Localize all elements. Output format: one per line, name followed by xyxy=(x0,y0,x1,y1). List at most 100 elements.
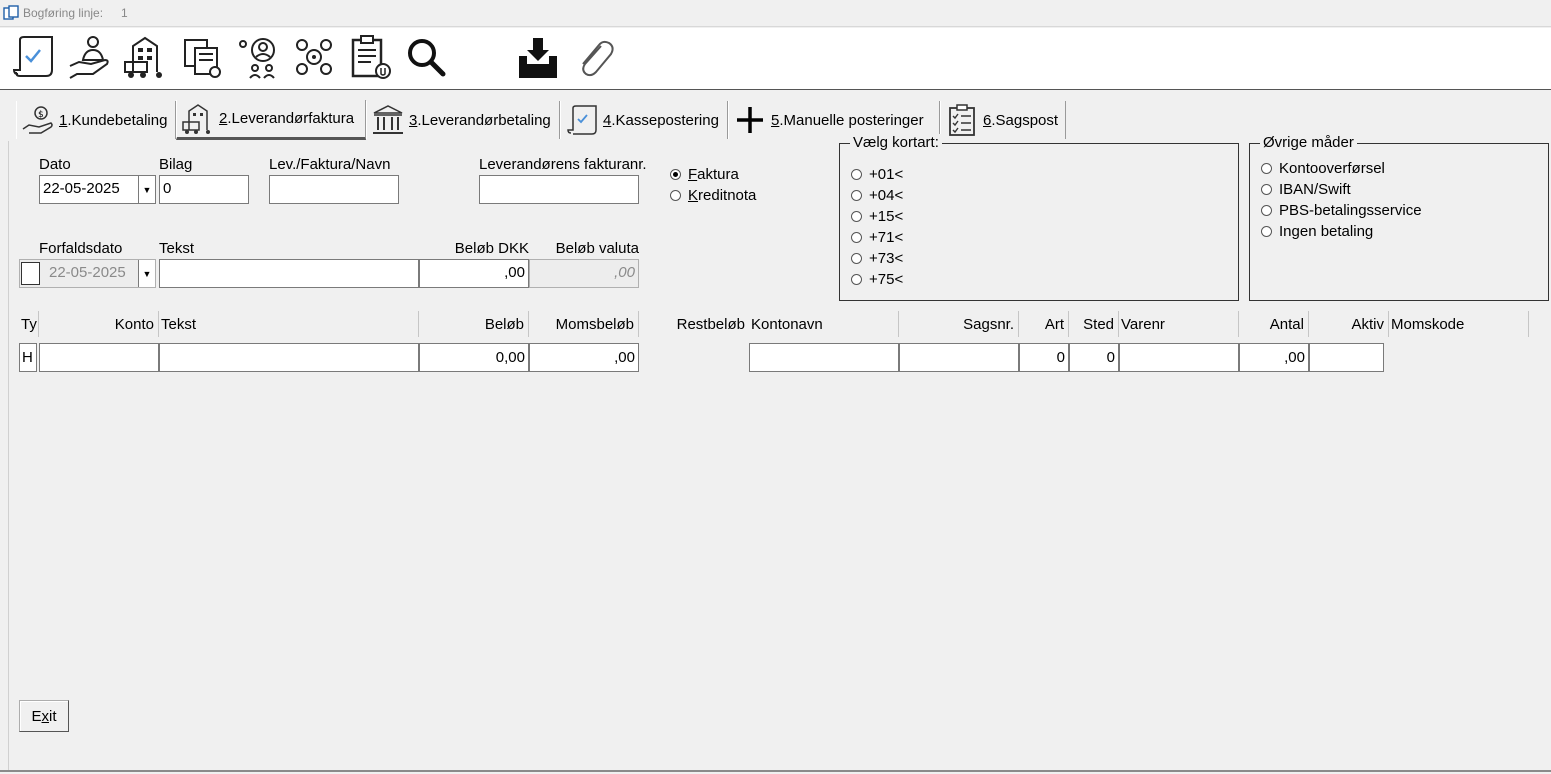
kreditnota-hotkey: K xyxy=(688,187,699,204)
kortart-option[interactable]: +15< xyxy=(851,208,903,225)
ovrige-option[interactable]: IBAN/Swift xyxy=(1261,181,1351,198)
fakturanr-field[interactable] xyxy=(479,175,639,204)
customer-button[interactable] xyxy=(66,32,114,82)
lev-field[interactable] xyxy=(269,175,399,204)
clipboard-attach-icon xyxy=(351,35,391,79)
tekst-field[interactable] xyxy=(159,259,419,288)
grid-cell-art[interactable]: 0 xyxy=(1019,343,1069,372)
tab-label: .Leverandørfaktura xyxy=(227,110,355,127)
tab-label: .Leverandørbetaling xyxy=(417,111,551,129)
kortart-option-label: +04< xyxy=(869,187,904,204)
chevron-down-icon[interactable]: ▼ xyxy=(138,176,155,203)
search-icon xyxy=(408,39,446,77)
kortart-option-label: +73< xyxy=(869,250,904,267)
settings-circle-icon xyxy=(296,39,332,75)
document-check-icon xyxy=(567,105,597,135)
grid-header-beloeb: Beløb xyxy=(419,311,529,337)
tab-leverandorfaktura[interactable]: 2.Leverandørfaktura xyxy=(176,100,366,140)
grid-cell-tekst[interactable] xyxy=(159,343,419,372)
kortart-option[interactable]: +71< xyxy=(851,229,903,246)
kortart-group: Vælg kortart: +01< +04< +15< +71< +73< +… xyxy=(839,134,1239,301)
app-icon xyxy=(3,5,19,20)
tab-leverandorbetaling[interactable]: 3.Leverandørbetaling xyxy=(366,101,560,139)
grid-cell-type[interactable]: H xyxy=(19,343,37,372)
dato-field[interactable]: 22-05-2025 ▼ xyxy=(39,175,156,204)
bilag-label: Bilag xyxy=(159,156,193,173)
building-truck-icon xyxy=(182,103,210,134)
grid-header-tekst: Tekst xyxy=(159,311,419,337)
tab-label: .Manuelle posteringer xyxy=(779,111,924,129)
import-button[interactable] xyxy=(514,32,562,82)
tab-kundebetaling[interactable]: $ 1.Kundebetaling xyxy=(16,101,176,139)
grid-header-moms: Momsbeløb xyxy=(529,311,639,337)
grid-cell-sagsnr[interactable] xyxy=(899,343,1019,372)
grid-header-konto: Konto xyxy=(39,311,159,337)
ovrige-option[interactable]: Ingen betaling xyxy=(1261,223,1373,240)
grid-cell-varenr[interactable] xyxy=(1119,343,1239,372)
hand-person-icon xyxy=(69,36,109,79)
documents-gear-icon xyxy=(184,39,221,78)
grid-header-art: Art xyxy=(1019,311,1069,337)
kortart-option[interactable]: +73< xyxy=(851,250,903,267)
checklist-icon xyxy=(949,104,975,136)
exit-label-start: E xyxy=(31,707,42,725)
ovrige-option[interactable]: Kontooverførsel xyxy=(1261,160,1385,177)
grid-cell-moms[interactable]: ,00 xyxy=(529,343,639,372)
exit-button[interactable]: Ex it xyxy=(19,700,69,732)
svg-text:$: $ xyxy=(38,110,44,120)
grid-header-sagsnr: Sagsnr. xyxy=(899,311,1019,337)
attach-button[interactable] xyxy=(570,32,618,82)
tab-label: .Sagspost xyxy=(991,111,1059,129)
supplier-button[interactable] xyxy=(122,32,170,82)
grid-header-kontonavn: Kontonavn xyxy=(749,311,899,337)
panel-border xyxy=(8,141,9,770)
documents-button[interactable] xyxy=(178,32,226,82)
radio-icon xyxy=(851,190,862,201)
bottom-border xyxy=(0,770,1551,772)
grid-cell-kontonavn xyxy=(749,343,899,372)
lev-label: Lev./Faktura/Navn xyxy=(269,156,391,173)
exit-label-end: it xyxy=(49,707,57,725)
window-title: Bogføring linje: xyxy=(23,6,104,20)
settings-button[interactable] xyxy=(290,32,338,82)
money-hand-icon: $ xyxy=(22,106,53,134)
beloeb-dkk-field[interactable]: ,00 xyxy=(419,259,529,288)
kreditnota-radio[interactable]: Kreditnota xyxy=(670,187,756,204)
kortart-option[interactable]: +75< xyxy=(851,271,903,288)
beloeb-dkk-label: Beløb DKK xyxy=(454,240,529,257)
tab-sagspost[interactable]: 6.Sagspost xyxy=(940,101,1066,139)
people-search-icon xyxy=(239,38,275,79)
chevron-down-icon[interactable]: ▼ xyxy=(138,260,155,287)
dato-value: 22-05-2025 xyxy=(43,180,120,197)
grid-cell-sted[interactable]: 0 xyxy=(1069,343,1119,372)
grid-cell-aktiv[interactable] xyxy=(1309,343,1384,372)
people-button[interactable] xyxy=(234,32,282,82)
kortart-option[interactable]: +04< xyxy=(851,187,903,204)
radio-icon xyxy=(851,169,862,180)
search-button[interactable] xyxy=(402,32,450,82)
beloeb-valuta-field: ,00 xyxy=(529,259,639,288)
plus-icon xyxy=(737,107,763,133)
radio-icon xyxy=(1261,226,1272,237)
grid-header-momskode: Momskode xyxy=(1389,311,1529,337)
faktura-hotkey: F xyxy=(688,166,698,183)
kreditnota-label: reditnota xyxy=(698,187,757,204)
clipboard-button[interactable] xyxy=(346,32,394,82)
kortart-option[interactable]: +01< xyxy=(851,166,903,183)
kortart-title: Vælg kortart: xyxy=(850,134,942,151)
document-check-button[interactable] xyxy=(9,32,57,82)
radio-icon xyxy=(1261,184,1272,195)
kortart-option-label: +75< xyxy=(869,271,904,288)
forfald-label: Forfaldsdato xyxy=(39,240,123,257)
tab-kassepostering[interactable]: 4.Kassepostering xyxy=(560,101,728,139)
ovrige-group: Øvrige måder Kontooverførsel IBAN/Swift … xyxy=(1249,134,1549,301)
grid-cell-antal[interactable]: ,00 xyxy=(1239,343,1309,372)
bilag-field[interactable]: 0 xyxy=(159,175,249,204)
grid-header-rest: Restbeløb xyxy=(676,316,745,333)
forfald-checkbox[interactable] xyxy=(21,262,40,285)
grid-cell-beloeb[interactable]: 0,00 xyxy=(419,343,529,372)
grid-cell-konto[interactable] xyxy=(39,343,159,372)
faktura-radio[interactable]: Faktura xyxy=(670,166,739,183)
ovrige-option[interactable]: PBS-betalingsservice xyxy=(1261,202,1422,219)
toolbar xyxy=(0,28,1551,90)
